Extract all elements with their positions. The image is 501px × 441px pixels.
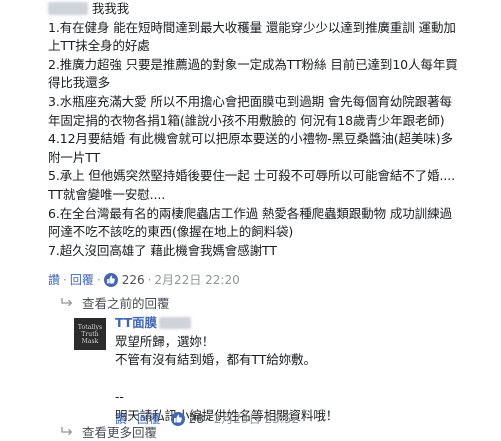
- avatar-text-line: Totallys: [77, 323, 103, 331]
- comment-line: TT就會變唯一安慰....: [48, 186, 166, 202]
- page-name-extra: [158, 317, 191, 329]
- reply-line: 不管有沒有結到婚，都有TT給妳敷。: [115, 352, 316, 368]
- comment-line: 上TT抹全身的好處: [48, 38, 150, 54]
- view-previous-replies-label: 查看之前的回覆: [82, 296, 170, 311]
- comment-line: 阿達不吃不該吃的東西(像握在地上的飼料袋): [48, 224, 294, 240]
- reply-first-line: TT面膜: [115, 314, 485, 333]
- page-avatar[interactable]: Totallys Truth Mask: [74, 318, 106, 350]
- page-reply: TT面膜 眾望所歸，選妳！ 不管有沒有結到婚，都有TT給妳敷。 -- 明天請私訊…: [115, 314, 485, 426]
- reply-arrow-icon: [61, 297, 73, 306]
- view-more-replies-label: 查看更多回覆: [82, 425, 158, 440]
- like-link[interactable]: 讚: [48, 271, 60, 288]
- comment-line: 6.在全台灣最有名的兩棲爬蟲店工作過 熱愛各種爬蟲類跟動物 成功訓練過: [48, 205, 452, 221]
- like-reaction-icon[interactable]: [170, 411, 185, 426]
- reply-line: --: [115, 389, 124, 405]
- comment-first-line: 我我我: [48, 0, 488, 19]
- view-more-replies-link[interactable]: 查看更多回覆: [60, 422, 157, 441]
- separator-dot: ·: [63, 272, 67, 287]
- reply-link[interactable]: 回覆: [70, 271, 94, 288]
- comment-body: 我我我 1.有在健身 能在短時間達到最大收穫量 還能穿少少以達到推廣重訓 運動加…: [48, 0, 488, 260]
- like-reaction-icon[interactable]: [103, 272, 118, 287]
- comment-line: 得比我還多: [48, 75, 111, 91]
- reaction-count[interactable]: 226: [122, 273, 145, 287]
- comment-author-suffix: 我我我: [91, 1, 130, 16]
- view-previous-replies-link[interactable]: 查看之前的回覆: [60, 293, 170, 312]
- avatar-text-line: Truth Mask: [81, 330, 99, 345]
- reply-line: [115, 370, 485, 389]
- comment-line: 1.有在健身 能在短時間達到最大收穫量 還能穿少少以達到推廣重訓 運動加: [48, 19, 456, 35]
- reply-timestamp[interactable]: 2月23日 23:52: [214, 410, 299, 427]
- reply-body: TT面膜 眾望所歸，選妳！ 不管有沒有結到婚，都有TT給妳敷。 -- 明天請私訊…: [115, 314, 485, 426]
- separator-dot: ·: [163, 411, 168, 426]
- comment-line: 5.承上 但他媽突然堅持婚後要住一起 士可殺不可辱所以可能會結不了婚....: [48, 168, 455, 184]
- comment-line: 7.超久沒回高雄了 藉此機會我媽會感謝TT: [48, 242, 277, 258]
- comment: 我我我 1.有在健身 能在短時間達到最大收穫量 還能穿少少以達到推廣重訓 運動加…: [48, 0, 488, 260]
- comment-line: 年固定捐的衣物各捐1箱(誰說小孩不用敷臉的 何況有18歲青少年跟老師): [48, 112, 445, 128]
- separator-dot: ·: [96, 272, 101, 287]
- reply-line: 眾望所歸，選妳！: [115, 333, 215, 349]
- comment-line: 附一片TT: [48, 149, 101, 165]
- commenter-name[interactable]: [48, 2, 88, 15]
- comment-line: 3.水瓶座充滿大愛 所以不用擔心會把面膜屯到過期 會先每個育幼院跟著每: [48, 93, 452, 109]
- separator-dot: ·: [206, 411, 211, 426]
- comment-timestamp[interactable]: 2月22日 22:20: [154, 271, 239, 288]
- separator-dot: ·: [147, 272, 152, 287]
- comment-line: 4.12月要結婚 有此機會就可以把原本要送的小禮物-黑豆桑醬油(超美味)多: [48, 131, 453, 147]
- comment-meta: 讚 · 回覆 · 226 · 2月22日 22:20: [48, 271, 240, 288]
- comment-line: 2.推廣力超強 只要是推薦過的對象一定成為TT粉絲 目前已達到10人每年買: [48, 56, 458, 72]
- page-name-link[interactable]: TT面膜: [115, 315, 157, 330]
- reaction-count[interactable]: 28: [189, 412, 204, 426]
